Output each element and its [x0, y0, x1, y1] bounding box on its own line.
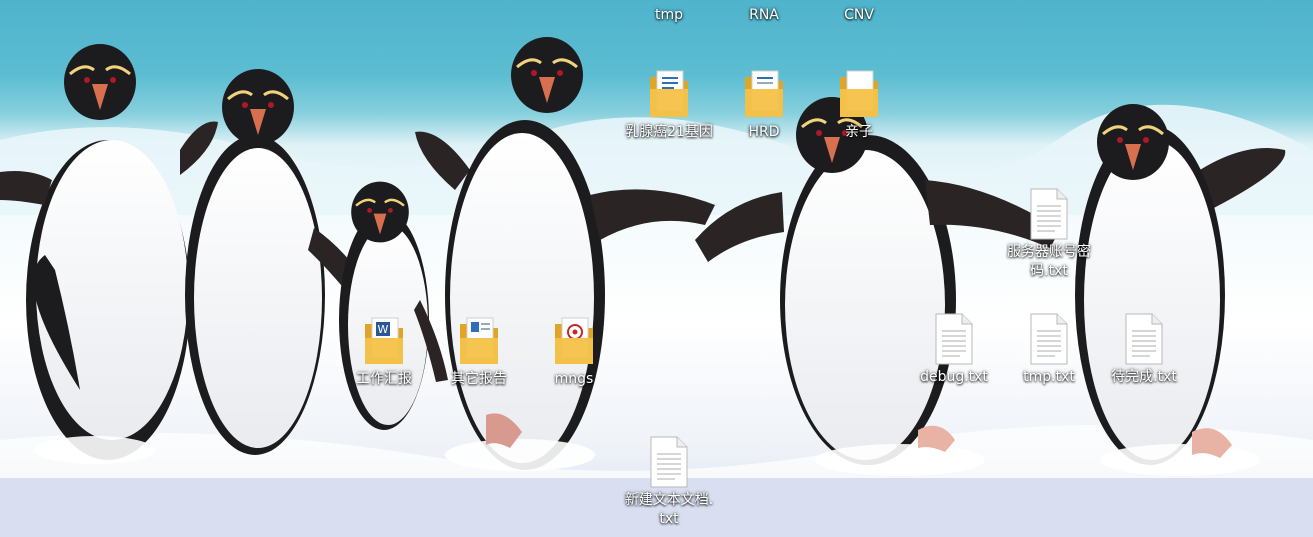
folder-with-red-stamp-doc-icon	[550, 315, 598, 367]
desktop-item-label: RNA	[749, 7, 779, 23]
desktop-item-label: 服务器账号密码.txt	[1007, 244, 1091, 279]
desktop-item-label: CNV	[844, 7, 874, 23]
folder-with-white-doc-icon	[835, 68, 883, 120]
desktop-item-tmp[interactable]: tmp	[621, 6, 717, 25]
text-file-icon	[930, 313, 978, 365]
desktop-item-label: 新建文本文档.txt	[624, 492, 714, 527]
desktop-item-label: mngs	[554, 371, 594, 387]
desktop-item-label: tmp	[654, 7, 683, 23]
desktop-item-label: debug.txt	[920, 369, 988, 385]
folder-with-blue-doc-icon	[740, 68, 788, 120]
desktop-folder-work-report[interactable]: W 工作汇报	[336, 315, 432, 389]
desktop-file-tmp-txt[interactable]: tmp.txt	[1001, 313, 1097, 387]
desktop-item-label: 其它报告	[451, 371, 507, 387]
desktop-item-label: tmp.txt	[1023, 369, 1075, 385]
desktop-item-cnv[interactable]: CNV	[811, 6, 907, 25]
desktop-item-label: 待完成.txt	[1111, 369, 1177, 385]
desktop-item-label: 工作汇报	[356, 371, 412, 387]
text-file-icon	[1025, 313, 1073, 365]
folder-with-doc-icon	[455, 315, 503, 367]
desktop[interactable]: tmp RNA CNV 乳腺癌21基因 HRD 亲子 服务器账号密码.txt W…	[0, 0, 1313, 537]
folder-with-word-doc-icon: W	[360, 315, 408, 367]
desktop-item-label: 亲子	[845, 124, 873, 140]
desktop-item-label: 乳腺癌21基因	[625, 124, 713, 140]
desktop-file-server-password[interactable]: 服务器账号密码.txt	[1001, 188, 1097, 281]
desktop-folder-other-reports[interactable]: 其它报告	[431, 315, 527, 389]
desktop-item-rna[interactable]: RNA	[716, 6, 812, 25]
desktop-item-label: HRD	[748, 124, 780, 140]
svg-text:W: W	[378, 323, 389, 336]
text-file-icon	[645, 436, 693, 488]
desktop-folder-qinzi[interactable]: 亲子	[811, 68, 907, 142]
desktop-file-debug[interactable]: debug.txt	[906, 313, 1002, 387]
desktop-folder-mngs[interactable]: mngs	[526, 315, 622, 389]
folder-with-blue-doc-icon	[645, 68, 693, 120]
text-file-icon	[1120, 313, 1168, 365]
desktop-folder-hrd[interactable]: HRD	[716, 68, 812, 142]
desktop-file-new-text-doc[interactable]: 新建文本文档.txt	[621, 436, 717, 529]
desktop-file-todo[interactable]: 待完成.txt	[1096, 313, 1192, 387]
text-file-icon	[1025, 188, 1073, 240]
desktop-folder-breast-cancer[interactable]: 乳腺癌21基因	[621, 68, 717, 142]
